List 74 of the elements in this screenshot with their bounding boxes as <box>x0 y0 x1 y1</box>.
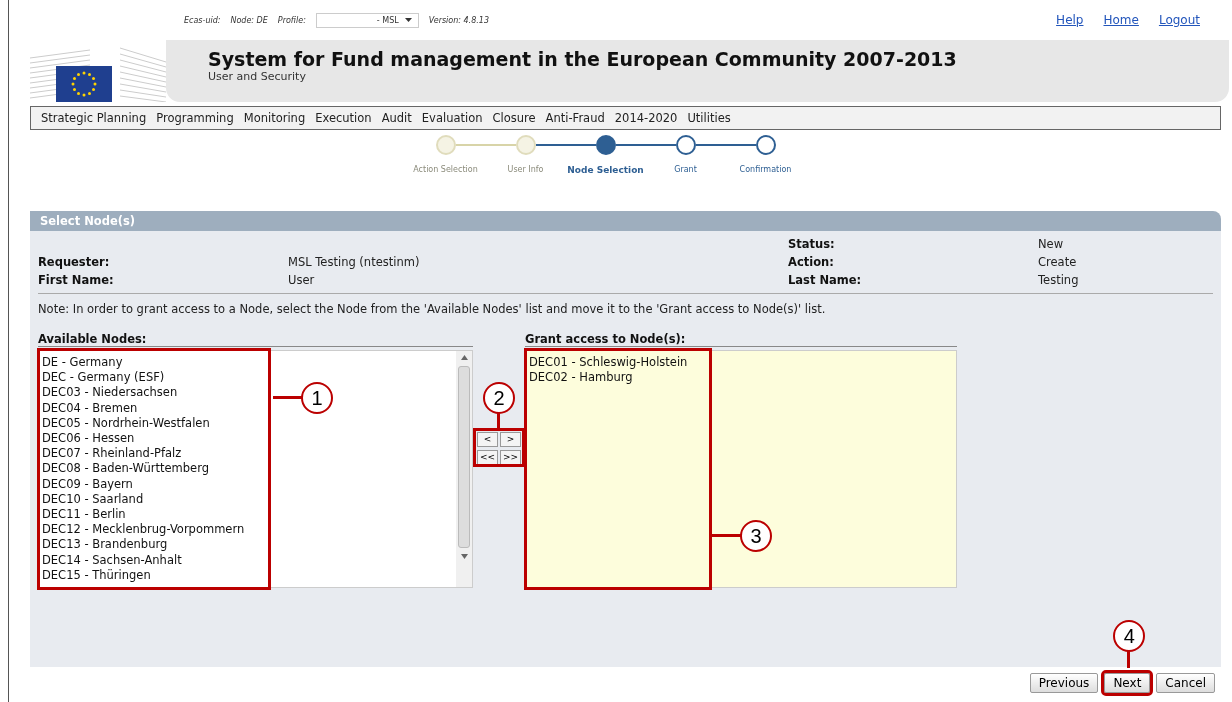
app-subtitle: User and Security <box>208 70 307 83</box>
callout-number: 1 <box>301 382 333 414</box>
header-link[interactable]: Home <box>1103 13 1139 27</box>
list-item[interactable]: DEC04 - Bremen <box>42 400 138 416</box>
menu-item[interactable]: Execution <box>315 111 372 125</box>
profile-select[interactable]: - MSL <box>315 12 419 28</box>
list-item[interactable]: DEC09 - Bayern <box>42 476 133 492</box>
list-item[interactable]: DE - Germany <box>42 355 123 371</box>
list-item[interactable]: DEC10 - Saarland <box>42 491 144 508</box>
scrollbar[interactable] <box>456 351 472 587</box>
node-label: Node: DE <box>230 15 268 25</box>
profile-label: Profile: <box>277 15 306 25</box>
list-item[interactable]: DEC12 - Mecklenbrug-Vorpommern <box>42 522 245 538</box>
menu-item[interactable]: Strategic Planning <box>41 111 147 125</box>
leader-line <box>1127 650 1131 668</box>
list-item[interactable]: DEC06 - Hessen <box>42 431 135 447</box>
list-item[interactable]: DEC02 - Hamburg <box>529 370 633 386</box>
field-label: Status: <box>788 237 836 251</box>
header-link[interactable]: Logout <box>1158 13 1200 27</box>
step-label: Action Selection <box>413 165 478 174</box>
menu-item[interactable]: Evaluation <box>421 111 483 125</box>
caret-icon <box>404 18 412 22</box>
list-item[interactable]: DEC - Germany (ESF) <box>42 370 165 386</box>
field-value: MSL Testing (ntestinm) <box>288 255 421 269</box>
menu-item[interactable]: Anti-Fraud <box>545 111 605 125</box>
list-item[interactable]: DEC11 - Berlin <box>42 507 126 523</box>
leader-line <box>712 534 742 537</box>
scroll-up-icon[interactable] <box>460 355 468 360</box>
step-label: User Info <box>507 165 544 174</box>
wizard-button[interactable]: Cancel <box>1156 673 1215 693</box>
field-label: Requester: <box>38 255 111 269</box>
list-item[interactable]: DEC03 - Niedersachsen <box>42 385 178 401</box>
wizard-button[interactable]: Next <box>1104 673 1151 693</box>
move-button[interactable]: > <box>500 432 521 447</box>
field-value: New <box>1038 237 1065 251</box>
field-label: Action: <box>788 255 835 269</box>
callout-number: 4 <box>1113 620 1146 652</box>
leader-line <box>273 396 303 399</box>
field-value: Create <box>1038 255 1078 269</box>
field-value: User <box>288 273 316 287</box>
app-title: System for Fund management in the European Community 2007-2013 <box>208 48 958 70</box>
list-item[interactable]: DEC13 - Brandenburg <box>42 537 168 553</box>
menu-item[interactable]: Programming <box>156 111 234 125</box>
callout-number: 2 <box>483 382 515 414</box>
list-item[interactable]: DEC01 - Schleswig-Holstein <box>529 355 688 371</box>
granted-nodes-list[interactable]: DEC01 - Schleswig-Holstein DEC02 - Hamburg 3 <box>525 350 957 588</box>
list-label: Available Nodes: <box>38 332 473 347</box>
ecas-uid-label: Ecas-uid: <box>184 15 221 25</box>
field-label: Last Name: <box>788 273 863 287</box>
scroll-down-icon[interactable] <box>460 554 468 559</box>
menu-item[interactable]: Audit <box>381 111 412 125</box>
callout-number: 3 <box>740 520 772 552</box>
list-item[interactable]: DEC08 - Baden-Württemberg <box>42 461 209 477</box>
step-label: Grant <box>674 165 697 174</box>
step-label: Confirmation <box>739 165 792 174</box>
note-text: Note: In order to grant access to a Node, select the Node from the 'Available Nodes' list and move it to the 'Grant access to Node(s)' list. <box>38 302 827 316</box>
list-item[interactable]: DEC07 - Rheinland-Pfalz <box>42 446 182 462</box>
field-value: Testing <box>1038 273 1080 287</box>
field-label: First Name: <box>38 273 115 287</box>
list-item[interactable]: DEC15 - Thüringen <box>42 567 151 584</box>
wizard-button[interactable]: Previous <box>1029 673 1099 693</box>
move-button[interactable]: < <box>477 432 498 447</box>
step-label: Node Selection <box>567 165 644 175</box>
menu-item[interactable]: Closure <box>492 111 536 125</box>
header-link[interactable]: Help <box>1056 13 1084 27</box>
available-nodes-list[interactable] <box>38 350 473 588</box>
list-item[interactable]: DEC05 - Nordrhein-Westfalen <box>42 415 210 431</box>
menu-item[interactable]: 2014-2020 <box>614 111 678 125</box>
menu-item[interactable]: Utilities <box>687 111 731 125</box>
panel-title: Select Node(s) <box>30 211 1221 231</box>
list-label: Grant access to Node(s): <box>525 332 957 347</box>
list-item[interactable]: DEC14 - Sachsen-Anhalt <box>42 552 182 568</box>
version-label: Version: 4.8.13 <box>428 15 489 25</box>
menu-item[interactable]: Monitoring <box>243 111 306 125</box>
